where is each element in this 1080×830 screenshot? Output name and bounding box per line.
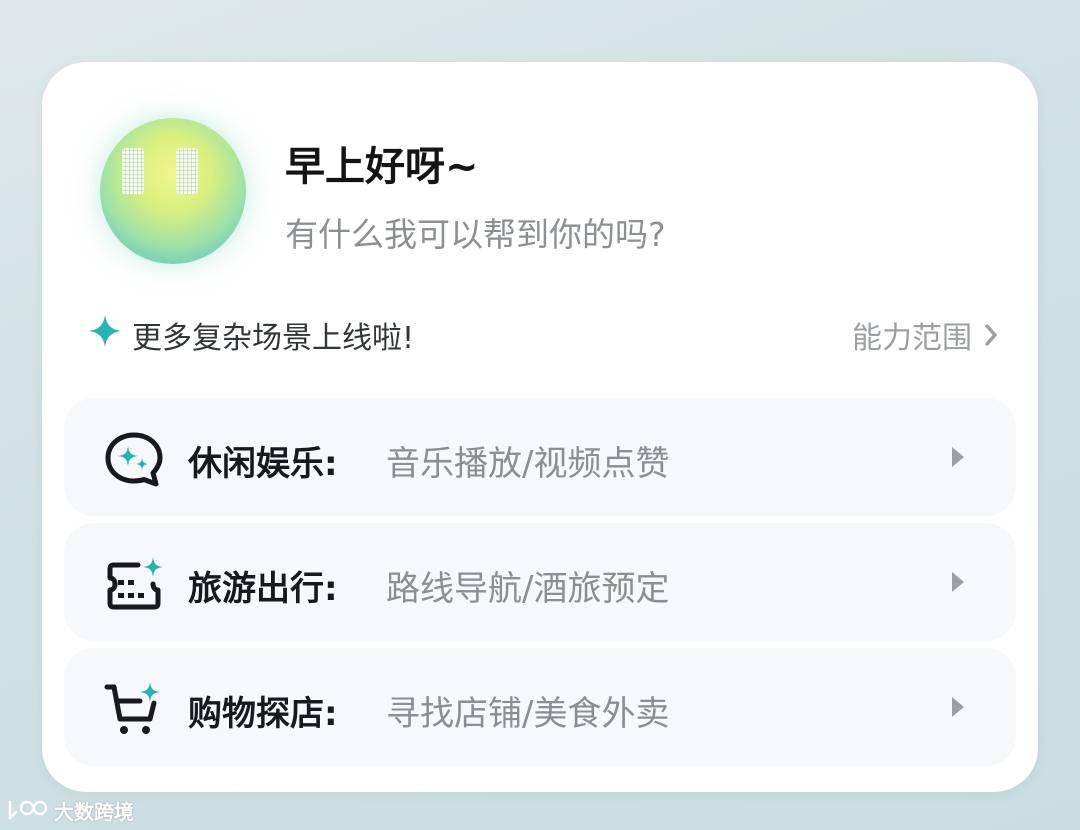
- watermark-text: 大数跨境: [54, 800, 134, 824]
- arrow-right-icon: [952, 447, 964, 467]
- avatar-left-eye: [122, 148, 144, 194]
- ticket-sparkle-icon: [107, 557, 163, 610]
- feature-description: 寻找店铺/美食外卖: [386, 694, 670, 734]
- feature-category: 旅游出行:: [188, 569, 338, 609]
- cart-sparkle-icon: [104, 682, 160, 734]
- greeting-subtitle: 有什么我可以帮到你的吗?: [285, 215, 666, 254]
- avatar-right-eye: [176, 148, 198, 194]
- arrow-right-icon: [952, 572, 964, 592]
- feature-row-entertainment[interactable]: 休闲娱乐: 音乐播放/视频点赞: [64, 398, 1016, 516]
- sparkle-icon: [89, 315, 121, 347]
- assistant-avatar[interactable]: [100, 118, 246, 264]
- chat-sparkle-icon: [105, 432, 163, 487]
- assistant-card: 早上好呀~ 有什么我可以帮到你的吗? 更多复杂场景上线啦! 能力范围 休闲娱乐:…: [42, 62, 1038, 792]
- arrow-right-icon: [952, 697, 964, 717]
- feature-row-travel[interactable]: 旅游出行: 路线导航/酒旅预定: [64, 523, 1016, 641]
- chevron-right-icon: [985, 324, 997, 346]
- feature-description: 路线导航/酒旅预定: [386, 569, 670, 609]
- watermark-logo-icon: [8, 800, 48, 819]
- ability-scope-label: 能力范围: [852, 321, 972, 356]
- feature-row-shopping[interactable]: 购物探店: 寻找店铺/美食外卖: [64, 648, 1016, 766]
- feature-category: 购物探店:: [188, 694, 338, 734]
- greeting-title: 早上好呀~: [285, 144, 479, 190]
- feature-description: 音乐播放/视频点赞: [386, 444, 670, 484]
- watermark: 大数跨境: [6, 796, 134, 825]
- notice-text: 更多复杂场景上线啦!: [132, 321, 415, 356]
- feature-category: 休闲娱乐:: [188, 444, 338, 484]
- ability-scope-link[interactable]: 能力范围: [852, 313, 998, 357]
